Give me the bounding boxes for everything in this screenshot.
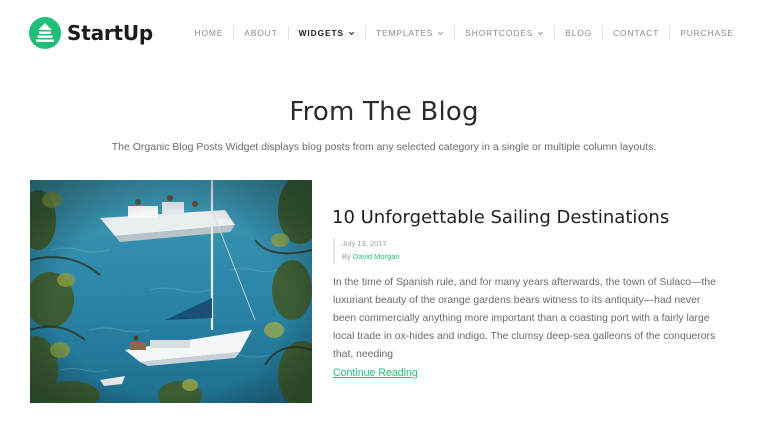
site-logo[interactable]: StartUp [29, 17, 153, 49]
nav-label: CONTACT [613, 28, 660, 38]
nav-item-widgets[interactable]: WIDGETS [289, 26, 365, 40]
post-title[interactable]: 10 Unforgettable Sailing Destinations [332, 207, 669, 228]
site-header: StartUp HOME ABOUT WIDGETS TEMPLATES SHO… [0, 0, 768, 68]
sailboat-photo [30, 180, 312, 403]
nav-item-about[interactable]: ABOUT [234, 26, 287, 40]
post-date: July 13, 2017 [342, 239, 387, 248]
post-byline: By David Morgan [342, 250, 400, 264]
post-excerpt: In the time of Spanish rule, and for man… [333, 277, 716, 360]
main-nav: HOME ABOUT WIDGETS TEMPLATES SHORTCODES … [185, 26, 745, 40]
nav-label: BLOG [565, 28, 593, 38]
post-author-link[interactable]: David Morgan [353, 252, 400, 261]
nav-item-home[interactable]: HOME [185, 26, 234, 40]
brand-name: StartUp [67, 21, 154, 45]
post-featured-image[interactable] [30, 180, 312, 403]
nav-item-purchase[interactable]: PURCHASE [670, 26, 744, 40]
nav-item-shortcodes[interactable]: SHORTCODES [455, 26, 554, 40]
post-meta: July 13, 2017 By David Morgan [333, 238, 400, 264]
chevron-down-icon [348, 31, 355, 35]
section-subtitle: The Organic Blog Posts Widget displays b… [111, 141, 657, 153]
nav-label: HOME [194, 28, 224, 38]
chevron-down-icon [538, 31, 544, 35]
nav-item-blog[interactable]: BLOG [555, 26, 602, 40]
section-title: From The Blog [289, 97, 479, 127]
nav-label: SHORTCODES [465, 28, 534, 38]
nav-label: ABOUT [244, 28, 278, 38]
continue-reading-link[interactable]: Continue Reading [333, 367, 418, 379]
nav-item-templates[interactable]: TEMPLATES [366, 26, 454, 40]
nav-label: WIDGETS [298, 28, 344, 38]
lighthouse-logo-icon [29, 17, 61, 49]
nav-label: TEMPLATES [375, 28, 434, 38]
by-label: By [342, 252, 351, 261]
chevron-down-icon [438, 31, 444, 35]
nav-item-contact[interactable]: CONTACT [603, 26, 669, 40]
nav-label: PURCHASE [680, 28, 734, 38]
